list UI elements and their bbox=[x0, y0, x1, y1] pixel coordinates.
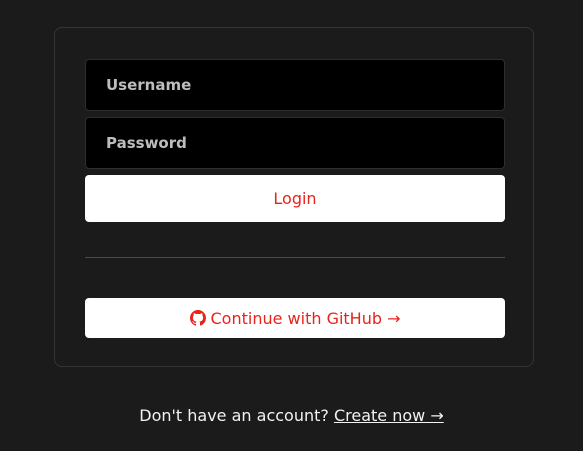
signup-footer: Don't have an account? Create now → bbox=[0, 406, 583, 425]
github-button-label: Continue with GitHub → bbox=[210, 308, 401, 328]
login-button-label: Login bbox=[273, 189, 317, 208]
login-card: Login Continue with GitHub → bbox=[54, 27, 534, 367]
github-icon bbox=[189, 310, 206, 326]
divider bbox=[85, 257, 505, 258]
password-input[interactable] bbox=[85, 117, 505, 169]
signup-prompt: Don't have an account? bbox=[139, 406, 329, 425]
username-input[interactable] bbox=[85, 59, 505, 111]
create-account-link[interactable]: Create now → bbox=[334, 406, 444, 425]
github-login-button[interactable]: Continue with GitHub → bbox=[85, 298, 505, 338]
login-button[interactable]: Login bbox=[85, 175, 505, 222]
